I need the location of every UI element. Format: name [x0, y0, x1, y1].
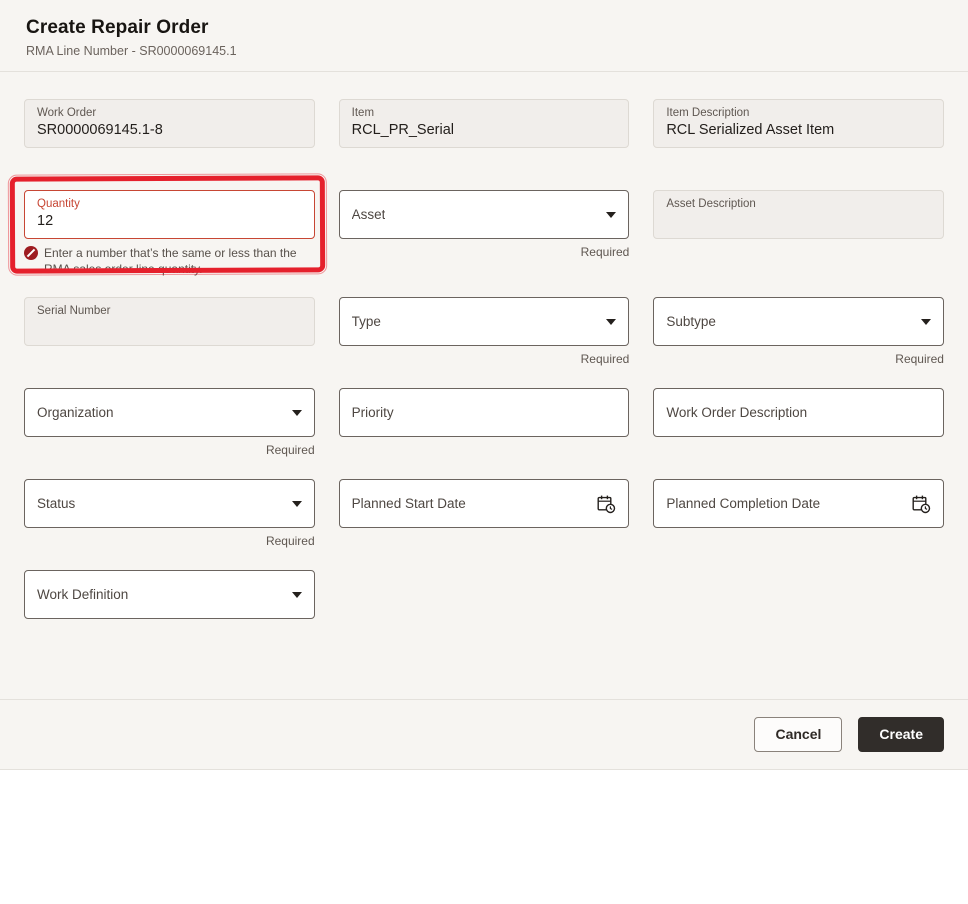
serial-number-value — [37, 319, 302, 337]
planned-completion-date-below — [653, 534, 944, 550]
item-description-field: Item Description RCL Serialized Asset It… — [653, 99, 944, 148]
quantity-cell: Quantity 12 Enter a number that’s the sa… — [24, 190, 315, 277]
asset-label: Asset — [351, 207, 386, 222]
item-value: RCL_PR_Serial — [351, 121, 455, 138]
asset-description-label: Asset Description — [666, 198, 756, 210]
planned-start-date-input[interactable]: Planned Start Date — [338, 479, 630, 529]
dialog-header: Create Repair Order RMA Line Number - SR… — [0, 0, 968, 72]
subtype-label: Subtype — [666, 314, 716, 330]
chevron-down-icon — [291, 409, 302, 416]
planned-completion-date-cell: Planned Completion Date — [653, 479, 944, 550]
asset-cell: Asset Required — [338, 190, 630, 277]
work-order-description-below — [653, 443, 944, 459]
organization-label: Organization — [37, 405, 114, 421]
organization-select[interactable]: Organization — [24, 388, 315, 438]
chevron-down-icon — [606, 318, 617, 325]
work-definition-cell: Work Definition — [24, 570, 315, 641]
item-description-label: Item Description — [666, 107, 750, 119]
organization-required-text: Required — [265, 443, 315, 458]
serial-number-below — [24, 352, 315, 368]
work-order-label: Work Order — [37, 107, 97, 119]
error-icon — [24, 246, 38, 260]
dialog-footer: Cancel Create — [0, 699, 968, 769]
work-definition-label: Work Definition — [37, 587, 129, 603]
item-cell: Item RCL_PR_Serial — [338, 99, 630, 170]
priority-input[interactable]: Priority — [338, 388, 630, 438]
status-label: Status — [37, 496, 76, 512]
quantity-label: Quantity — [37, 198, 80, 210]
type-required-text: Required — [580, 352, 630, 367]
asset-select[interactable]: Asset — [338, 190, 630, 239]
priority-below — [339, 443, 630, 459]
status-select[interactable]: Status — [24, 479, 315, 529]
type-select[interactable]: Type — [338, 297, 630, 347]
asset-description-field: Asset Description — [653, 190, 944, 239]
cancel-button[interactable]: Cancel — [754, 717, 843, 753]
planned-start-date-below — [339, 534, 630, 550]
calendar-clock-icon[interactable] — [596, 494, 616, 514]
asset-description-below — [653, 245, 944, 261]
item-label: Item — [351, 107, 375, 119]
planned-completion-date-input[interactable]: Planned Completion Date — [653, 479, 944, 529]
type-cell: Type Required — [338, 297, 630, 368]
asset-required-text: Required — [580, 245, 630, 259]
planned-start-date-label: Planned Start Date — [351, 496, 466, 512]
planned-start-date-cell: Planned Start Date — [338, 479, 630, 550]
page-title: Create Repair Order — [26, 17, 209, 38]
work-definition-select[interactable]: Work Definition — [24, 570, 315, 620]
subtype-cell: Subtype Required — [653, 297, 944, 368]
repair-order-form: Work Order SR0000069145.1-8 Item RCL_PR_… — [0, 72, 968, 699]
quantity-input[interactable]: Quantity 12 — [24, 190, 315, 239]
quantity-value: 12 — [37, 212, 54, 229]
status-cell: Status Required — [24, 479, 315, 550]
item-description-below — [653, 154, 944, 170]
empty-cell — [339, 570, 630, 641]
asset-description-value — [666, 212, 931, 230]
serial-number-field: Serial Number — [24, 297, 315, 347]
organization-cell: Organization Required — [24, 388, 315, 459]
type-label: Type — [351, 314, 381, 330]
item-description-cell: Item Description RCL Serialized Asset It… — [653, 99, 944, 170]
serial-number-cell: Serial Number — [24, 297, 315, 368]
rma-line-number-subtitle: RMA Line Number - SR0000069145.1 — [26, 44, 237, 58]
chevron-down-icon — [291, 591, 302, 598]
subtype-select[interactable]: Subtype — [653, 297, 944, 347]
status-required-text: Required — [265, 534, 315, 549]
quantity-error-message: Enter a number that’s the same or less t… — [24, 245, 315, 277]
empty-cell — [653, 570, 944, 641]
item-description-value: RCL Serialized Asset Item — [666, 121, 835, 138]
work-order-description-label: Work Order Description — [666, 405, 808, 421]
priority-label: Priority — [351, 405, 394, 421]
item-below — [339, 154, 630, 170]
item-field: Item RCL_PR_Serial — [338, 99, 630, 148]
work-definition-below — [24, 625, 315, 641]
planned-completion-date-label: Planned Completion Date — [666, 496, 821, 512]
serial-number-label: Serial Number — [37, 305, 111, 318]
work-order-below — [24, 154, 315, 170]
create-button[interactable]: Create — [858, 717, 944, 753]
asset-description-cell: Asset Description — [653, 190, 944, 277]
chevron-down-icon — [920, 318, 931, 325]
subtype-required-text: Required — [895, 352, 944, 367]
work-order-description-input[interactable]: Work Order Description — [653, 388, 944, 438]
work-order-value: SR0000069145.1-8 — [37, 121, 163, 138]
chevron-down-icon — [291, 500, 302, 507]
work-order-cell: Work Order SR0000069145.1-8 — [24, 99, 315, 170]
quantity-error-text: Enter a number that’s the same or less t… — [44, 246, 297, 277]
calendar-clock-icon[interactable] — [911, 494, 931, 514]
priority-cell: Priority — [338, 388, 630, 459]
create-repair-order-dialog: Create Repair Order RMA Line Number - SR… — [0, 0, 968, 771]
chevron-down-icon — [606, 211, 617, 218]
work-order-description-cell: Work Order Description — [653, 388, 944, 459]
work-order-field: Work Order SR0000069145.1-8 — [24, 99, 315, 148]
